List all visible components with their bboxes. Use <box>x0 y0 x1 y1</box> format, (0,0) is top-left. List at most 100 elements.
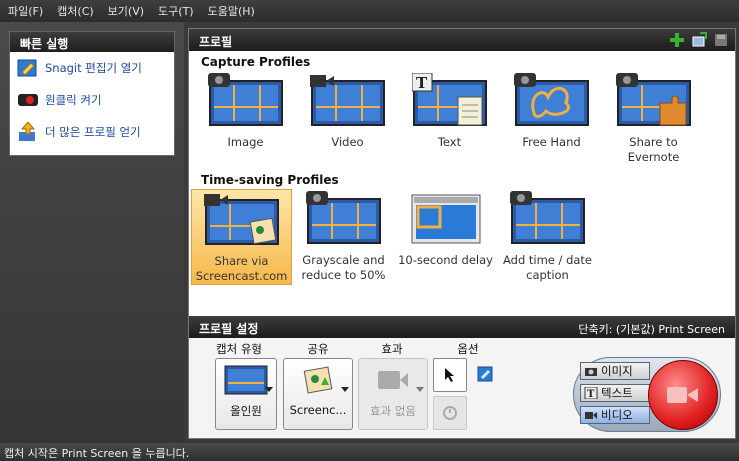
text-profile-icon: T <box>411 73 487 126</box>
mode-text-button[interactable]: T 텍스트 <box>580 384 650 402</box>
capture-type-selector[interactable]: 올인원 <box>215 358 277 430</box>
mode-image-button[interactable]: 이미지 <box>580 362 650 380</box>
effect-dropdown-icon <box>416 387 424 392</box>
delay-timer-toggle[interactable] <box>433 396 467 430</box>
svg-text:T: T <box>587 389 595 399</box>
video-mode-icon <box>585 412 597 419</box>
editor-icon <box>17 59 37 77</box>
effect-value: 효과 없음 <box>370 404 416 418</box>
profile-screencast[interactable]: Share via Screencast.com <box>191 189 292 285</box>
effect-label: 효과 <box>381 342 403 356</box>
share-dropdown-icon <box>341 387 349 392</box>
oneclick-toggle-link[interactable]: 원클릭 켜기 <box>10 84 174 116</box>
profile-text[interactable]: T Text <box>399 71 500 167</box>
profile-datetime[interactable]: Add time / date caption <box>497 189 598 285</box>
all-in-one-icon <box>224 365 268 395</box>
grayscale-profile-label: Grayscale and reduce to 50% <box>302 253 386 283</box>
more-profiles-label: 더 많은 프로필 얻기 <box>45 125 141 139</box>
grayscale-line2: reduce to 50% <box>301 268 386 282</box>
screencast-profile-icon <box>203 194 279 245</box>
text-mode-icon: T <box>584 387 598 399</box>
open-editor-label: Snagit 편집기 열기 <box>45 61 142 75</box>
save-profile-icon[interactable] <box>713 32 729 48</box>
mode-text-label: 텍스트 <box>601 386 633 400</box>
options-label: 옵션 <box>457 342 479 356</box>
profile-freehand[interactable]: Free Hand <box>501 71 602 167</box>
profiles-header: 프로필 <box>189 29 735 51</box>
image-profile-icon <box>207 73 283 126</box>
screencast-line1: Share via <box>214 254 269 268</box>
screencast-share-icon <box>303 366 333 394</box>
profile-settings-title: 프로필 설정 <box>199 322 259 336</box>
svg-text:T: T <box>416 74 428 92</box>
timer-icon <box>443 406 457 420</box>
profile-grayscale[interactable]: Grayscale and reduce to 50% <box>293 189 394 285</box>
capture-type-value: 올인원 <box>230 404 262 418</box>
image-profile-label: Image <box>227 135 264 149</box>
open-editor-link[interactable]: Snagit 편집기 열기 <box>10 52 174 84</box>
delay-profile-icon <box>411 194 480 244</box>
status-bar: 캡처 시작은 Print Screen 을 누릅니다. <box>0 443 739 461</box>
mode-image-label: 이미지 <box>601 364 633 378</box>
video-profile-label: Video <box>331 135 364 149</box>
capture-profiles-grid: Image Video T Text Free Hand Share to Ev… <box>189 71 735 169</box>
datetime-line2: caption <box>526 268 569 282</box>
menu-view[interactable]: 보기(V) <box>108 3 144 19</box>
menu-help[interactable]: 도움말(H) <box>208 3 255 19</box>
quick-launch-panel: 빠른 실행 Snagit 편집기 열기 원클릭 켜기 더 많은 프로필 얻기 <box>9 31 175 156</box>
datetime-profile-label: Add time / date caption <box>503 253 592 283</box>
profile-wizard-icon[interactable] <box>691 32 707 48</box>
profiles-panel: 프로필 Capture Profiles Image Video T Text … <box>188 28 736 439</box>
evernote-profile-label: Share to Evernote <box>627 135 680 164</box>
quick-launch-title: 빠른 실행 <box>10 32 174 52</box>
menu-file[interactable]: 파일(F) <box>8 3 43 19</box>
download-profiles-icon <box>19 122 36 141</box>
menu-tools[interactable]: 도구(T) <box>158 3 194 19</box>
hotkey-label: 단축키: (기본값) Print Screen <box>578 323 725 336</box>
profile-video[interactable]: Video <box>297 71 398 167</box>
mode-video-label: 비디오 <box>601 408 633 422</box>
share-value: Screenc... <box>289 403 347 417</box>
more-profiles-link[interactable]: 더 많은 프로필 얻기 <box>10 116 174 148</box>
capture-type-label: 캡처 유형 <box>216 342 262 356</box>
video-camera-icon <box>667 387 698 403</box>
datetime-profile-icon <box>509 191 585 244</box>
screencast-profile-label: Share via Screencast.com <box>196 254 288 284</box>
timesaving-profiles-grid: Share via Screencast.com Grayscale and red… <box>189 189 735 287</box>
freehand-profile-icon <box>513 73 589 126</box>
video-profile-icon <box>309 75 385 126</box>
profile-image[interactable]: Image <box>195 71 296 167</box>
share-selector[interactable]: Screenc... <box>283 358 353 430</box>
video-effect-icon <box>378 371 408 389</box>
profile-settings-panel: 프로필 설정 단축키: (기본값) Print Screen 캡처 유형 공유 … <box>189 316 735 438</box>
capture-button[interactable] <box>648 360 718 430</box>
screencast-line2: Screencast.com <box>195 269 288 283</box>
capture-type-dropdown-icon <box>265 387 273 392</box>
freehand-profile-label: Free Hand <box>522 135 581 149</box>
profile-settings-header: 프로필 설정 단축키: (기본값) Print Screen <box>189 316 735 338</box>
profile-evernote[interactable]: Share to Evernote <box>603 71 704 167</box>
capture-control: 이미지 T 텍스트 비디오 <box>573 357 721 432</box>
cursor-icon <box>445 368 454 382</box>
effect-selector[interactable]: 효과 없음 <box>358 358 428 430</box>
evernote-profile-icon <box>615 73 691 126</box>
profile-settings-body: 캡처 유형 공유 효과 옵션 올인원 Screenc... 효과 없음 이미지 … <box>189 338 735 438</box>
text-profile-label: Text <box>437 135 462 149</box>
profiles-title: 프로필 <box>199 35 233 49</box>
mode-video-button[interactable]: 비디오 <box>580 406 650 424</box>
grayscale-line1: Grayscale and <box>302 253 385 267</box>
menu-bar: 파일(F) 캡처(C) 보기(V) 도구(T) 도움말(H) <box>0 0 739 22</box>
share-label: 공유 <box>307 342 329 356</box>
grayscale-profile-icon <box>305 191 381 244</box>
datetime-line1: Add time / date <box>502 253 593 267</box>
add-profile-icon[interactable] <box>669 32 685 48</box>
menu-capture[interactable]: 캡처(C) <box>57 3 94 19</box>
capture-cursor-toggle[interactable] <box>433 358 467 392</box>
timesaving-profiles-title: Time-saving Profiles <box>201 173 339 187</box>
profile-delay[interactable]: 10-second delay <box>395 189 496 285</box>
camera-icon <box>585 368 597 376</box>
oneclick-icon <box>18 94 38 106</box>
oneclick-label: 원클릭 켜기 <box>45 93 102 107</box>
preview-editor-icon[interactable] <box>477 366 493 382</box>
capture-profiles-title: Capture Profiles <box>201 55 311 69</box>
